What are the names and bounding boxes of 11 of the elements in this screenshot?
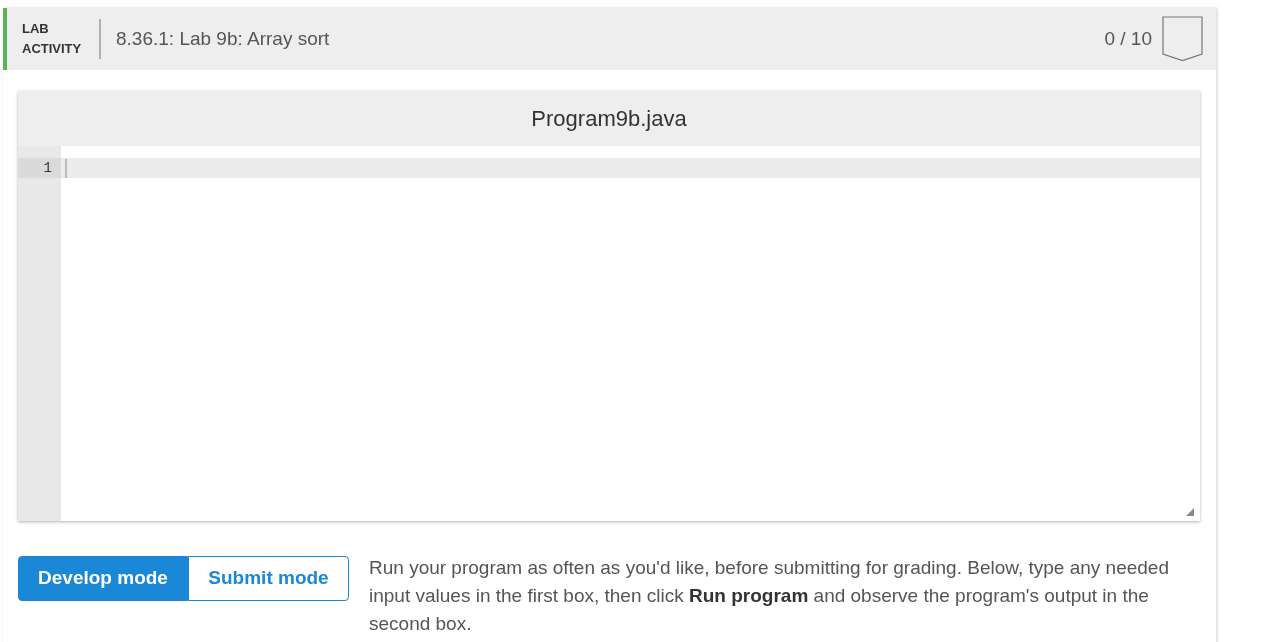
resize-handle-icon[interactable] [1186, 508, 1194, 516]
line-number: 1 [43, 158, 52, 178]
activity-title: 8.36.1: Lab 9b: Array sort [116, 26, 330, 51]
text-cursor-icon [65, 158, 67, 178]
code-editor[interactable]: 1 [18, 146, 1200, 521]
instructions-text: Run your program as often as you'd like, before submitting for grading. Below, type any needed input values in the first box, then click Run program and observe the program's output in the second box. [369, 556, 1170, 636]
score-text: 0 / 10 [1104, 26, 1152, 51]
mode-toggle[interactable]: Submit mode [188, 556, 349, 601]
activity-type-label: LAB ACTIVITY [22, 20, 83, 58]
file-name: Program9b.java [531, 105, 687, 133]
mode-toggle[interactable]: Develop mode [18, 556, 188, 601]
